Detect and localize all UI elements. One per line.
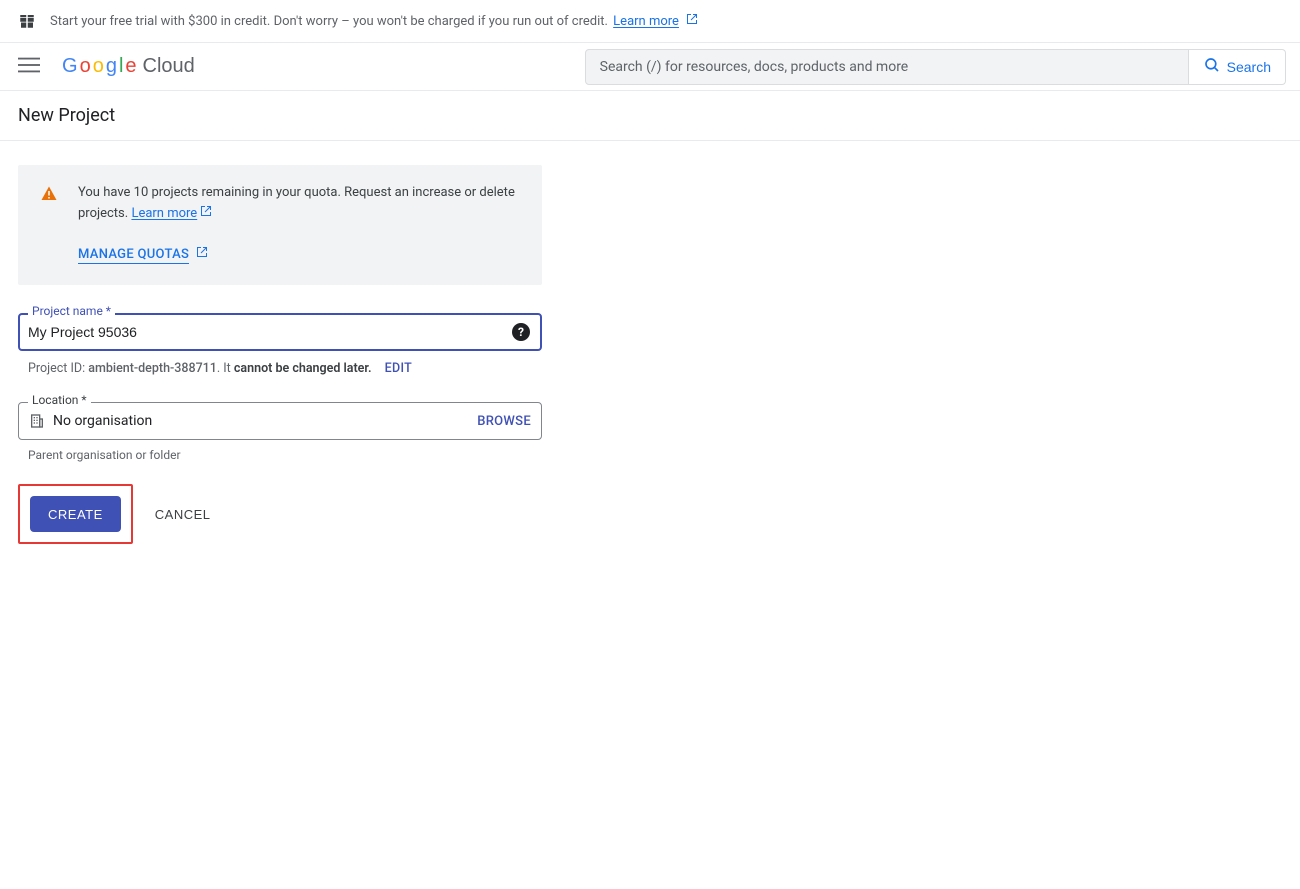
quota-info-box: You have 10 projects remaining in your q… (18, 165, 542, 285)
search-input[interactable]: Search (/) for resources, docs, products… (585, 49, 1189, 85)
edit-project-id-link[interactable]: EDIT (385, 361, 412, 376)
project-name-field: Project name * ? (18, 313, 542, 351)
help-icon[interactable]: ? (512, 323, 530, 341)
search-icon (1203, 56, 1221, 77)
logo-suffix: Cloud (143, 55, 195, 78)
page-title: New Project (18, 105, 1282, 126)
cancel-button[interactable]: CANCEL (155, 507, 211, 522)
location-helper: Parent organisation or folder (18, 448, 542, 462)
external-link-icon (200, 206, 212, 221)
trial-banner: Start your free trial with $300 in credi… (0, 0, 1300, 43)
search-button-label: Search (1227, 59, 1271, 75)
search-button[interactable]: Search (1189, 49, 1286, 85)
project-id-prefix: Project ID: (28, 361, 85, 376)
manage-quotas-link[interactable]: MANAGE QUOTAS (78, 247, 189, 264)
menu-icon[interactable] (14, 50, 44, 84)
create-button[interactable]: CREATE (30, 496, 121, 532)
quota-learn-more-link[interactable]: Learn more (131, 206, 197, 221)
project-name-input[interactable] (28, 324, 512, 340)
logo[interactable]: Google Cloud (62, 55, 195, 78)
location-value: No organisation (53, 413, 477, 429)
trial-text-wrap: Start your free trial with $300 in credi… (50, 13, 698, 29)
external-link-icon (196, 247, 208, 262)
quota-body: You have 10 projects remaining in your q… (78, 183, 520, 265)
header-left: Google Cloud (14, 50, 195, 84)
location-field: Location * No organisation BROWSE (18, 402, 542, 440)
page-title-bar: New Project (0, 91, 1300, 141)
project-name-label: Project name * (28, 304, 115, 318)
warning-icon (40, 185, 58, 265)
gift-icon (18, 12, 36, 30)
project-id-mid: . It (217, 361, 231, 376)
trial-learn-more-link[interactable]: Learn more (613, 14, 679, 29)
button-row: CREATE CANCEL (18, 484, 542, 544)
trial-text: Start your free trial with $300 in credi… (50, 14, 608, 29)
project-name-outline: ? (18, 313, 542, 351)
content: You have 10 projects remaining in your q… (0, 141, 560, 568)
location-label: Location * (28, 393, 91, 407)
search-placeholder: Search (/) for resources, docs, products… (600, 59, 909, 75)
location-outline: No organisation BROWSE (18, 402, 542, 440)
project-id-value: ambient-depth-388711 (88, 361, 217, 376)
app-header: Google Cloud Search (/) for resources, d… (0, 43, 1300, 91)
create-highlight: CREATE (18, 484, 133, 544)
project-id-helper: Project ID: ambient-depth-388711. It can… (18, 361, 542, 376)
search-wrap: Search (/) for resources, docs, products… (585, 49, 1286, 85)
browse-button[interactable]: BROWSE (477, 414, 531, 429)
project-id-suffix: cannot be changed later. (234, 361, 372, 376)
building-icon (29, 413, 45, 429)
external-link-icon (686, 14, 698, 29)
